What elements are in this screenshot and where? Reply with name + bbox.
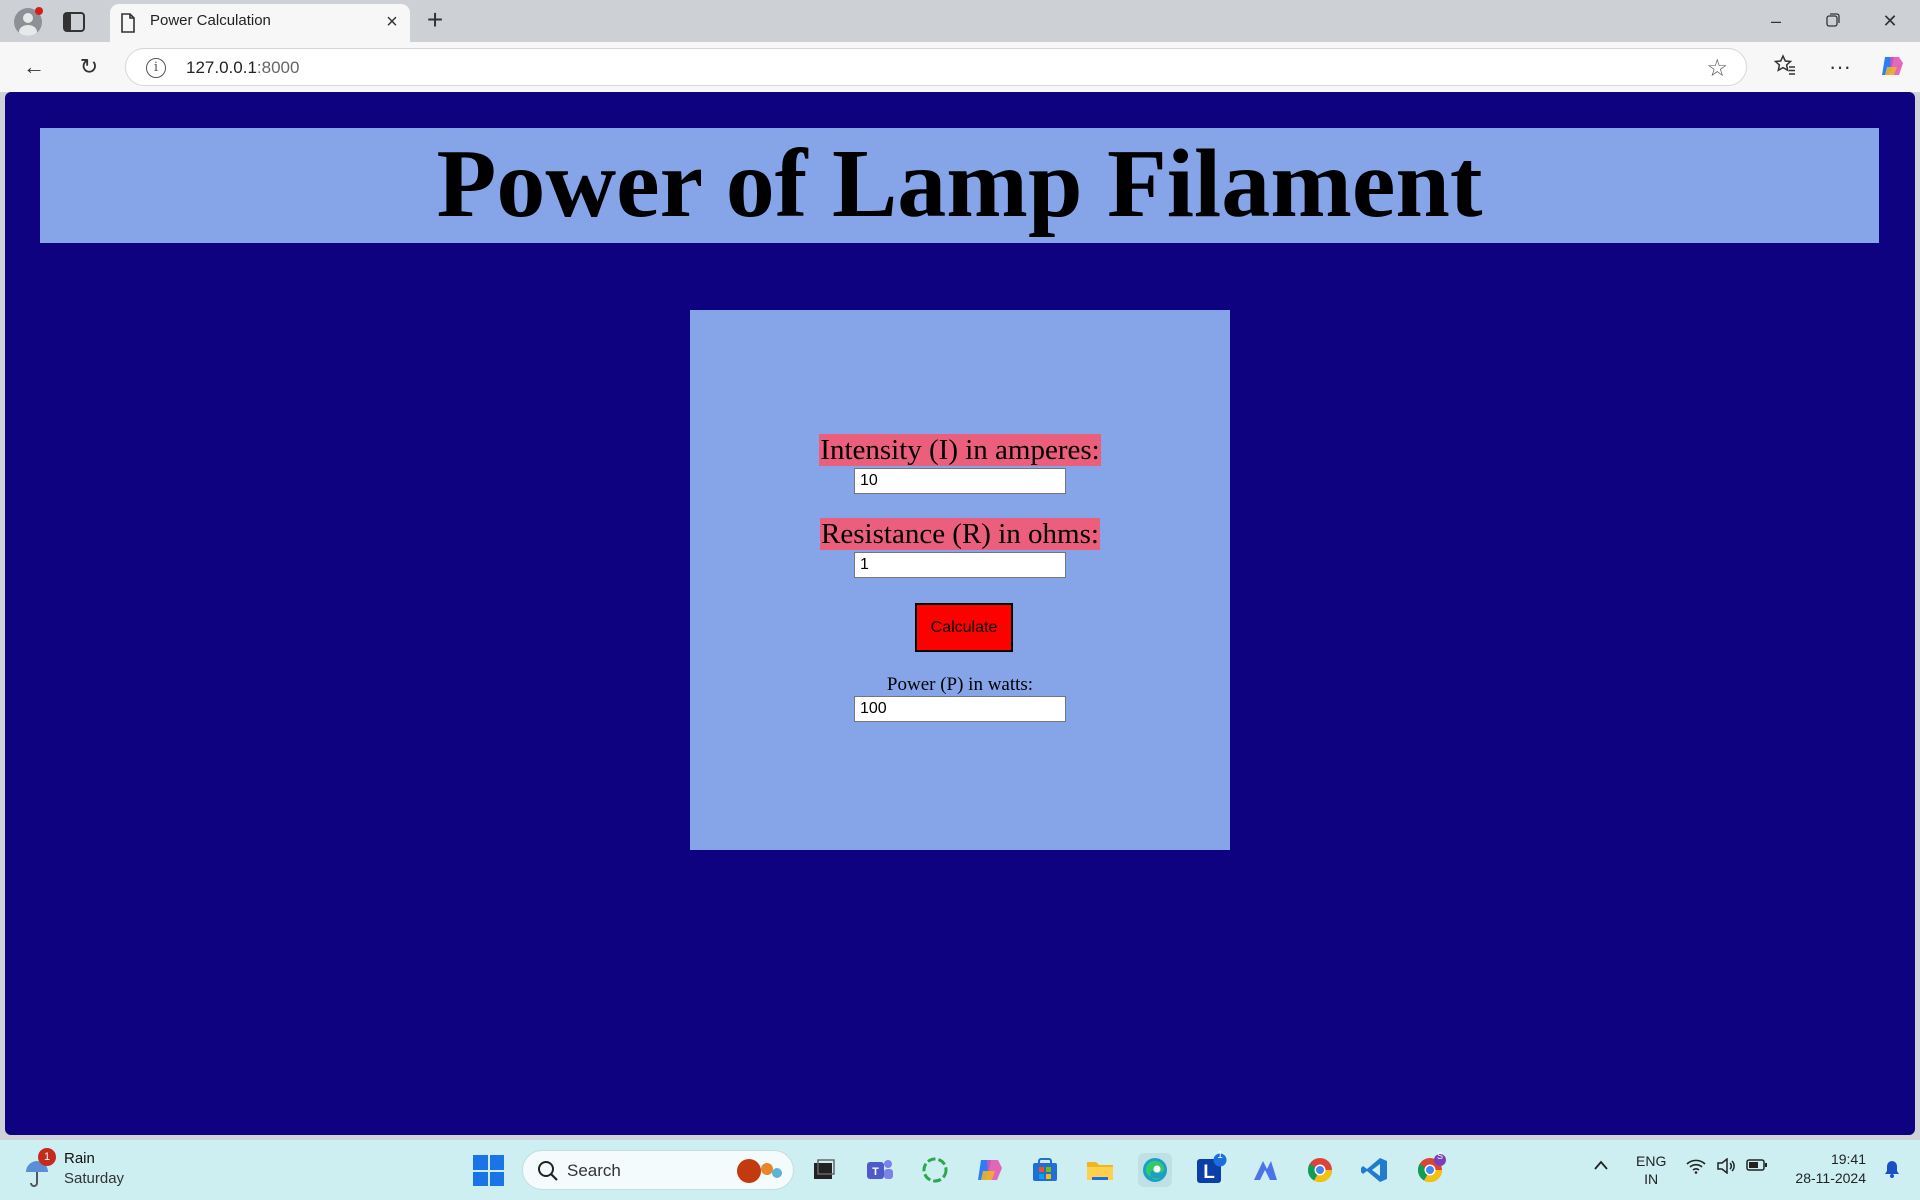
intensity-input[interactable] <box>854 468 1066 494</box>
browser-tab-bar: Power Calculation × + – ✕ <box>0 0 1920 42</box>
tab-title: Power Calculation <box>150 12 271 29</box>
intensity-label-text: Intensity (I) in amperes: <box>819 434 1101 466</box>
weather-day[interactable]: Saturday <box>64 1170 124 1187</box>
task-view-icon[interactable] <box>807 1153 841 1187</box>
clock-time: 19:41 <box>1830 1151 1866 1167</box>
copilot-app-icon[interactable] <box>973 1153 1007 1187</box>
resistance-label-text: Resistance (R) in ohms: <box>820 518 1100 550</box>
restore-icon[interactable] <box>1813 8 1853 34</box>
search-highlight-icon <box>737 1159 782 1183</box>
window-close-icon[interactable]: ✕ <box>1870 8 1910 34</box>
lang-primary: ENG <box>1636 1153 1667 1169</box>
info-icon[interactable]: i <box>146 58 166 78</box>
close-icon[interactable]: × <box>382 12 402 32</box>
power-output[interactable] <box>854 696 1066 722</box>
teams-icon[interactable]: T <box>862 1153 896 1187</box>
search-label: Search <box>567 1161 621 1180</box>
battery-icon[interactable] <box>1746 1158 1768 1177</box>
file-explorer-icon[interactable] <box>1083 1153 1117 1187</box>
browser-tab[interactable]: Power Calculation × <box>110 4 410 42</box>
calculate-button[interactable]: Calculate <box>915 603 1013 652</box>
favorites-icon[interactable] <box>1771 53 1799 81</box>
url-text: 127.0.0.1:8000 <box>186 58 299 78</box>
back-icon[interactable]: ← <box>20 53 48 81</box>
clock[interactable]: 19:41 28-11-2024 <box>1795 1150 1866 1188</box>
favorite-star-icon[interactable]: ☆ <box>1706 54 1728 83</box>
taskbar: 1 Rain Saturday Search T L 1 S ENG IN 19… <box>0 1140 1920 1200</box>
chrome-profile-icon[interactable]: S <box>1413 1151 1447 1187</box>
volume-icon[interactable] <box>1716 1157 1736 1179</box>
page-icon <box>121 13 135 33</box>
edge-icon[interactable] <box>1138 1153 1172 1187</box>
clock-date: 28-11-2024 <box>1795 1170 1866 1186</box>
search-icon <box>538 1161 558 1181</box>
refresh-icon[interactable]: ↻ <box>75 53 103 81</box>
lang-secondary: IN <box>1644 1171 1659 1187</box>
new-tab-icon[interactable]: + <box>420 6 450 36</box>
tab-actions-icon[interactable] <box>62 11 86 33</box>
more-icon[interactable]: ··· <box>1826 53 1854 81</box>
app-badge: 1 <box>1217 1150 1223 1161</box>
notification-bell-icon[interactable] <box>1884 1160 1900 1178</box>
intensity-label: Intensity (I) in amperes: <box>690 434 1230 467</box>
store-icon[interactable] <box>1028 1153 1062 1187</box>
url-host: 127.0.0.1 <box>186 58 257 77</box>
resistance-input[interactable] <box>854 552 1066 578</box>
address-bar[interactable]: i 127.0.0.1:8000 ☆ <box>125 48 1747 86</box>
chrome-icon[interactable] <box>1303 1153 1337 1187</box>
svg-text:L: L <box>1203 1162 1215 1183</box>
heading-banner: Power of Lamp Filament <box>40 128 1879 243</box>
weather-condition[interactable]: Rain <box>64 1150 95 1167</box>
taskbar-search[interactable]: Search <box>522 1150 794 1190</box>
language-indicator[interactable]: ENG IN <box>1636 1152 1666 1188</box>
calculator-panel: Intensity (I) in amperes: Resistance (R)… <box>690 310 1230 850</box>
profile-notification-dot <box>35 7 43 15</box>
page-viewport: Power of Lamp Filament Intensity (I) in … <box>5 92 1915 1135</box>
page-title: Power of Lamp Filament <box>436 130 1483 238</box>
url-port: :8000 <box>256 58 300 77</box>
dev-app-icon[interactable] <box>1248 1153 1282 1187</box>
wifi-icon[interactable] <box>1686 1158 1706 1179</box>
l-app-icon[interactable]: L 1 <box>1193 1150 1227 1187</box>
svg-text:T: T <box>872 1166 879 1178</box>
windows-start-icon[interactable] <box>473 1155 504 1186</box>
chevron-up-icon[interactable] <box>1593 1158 1609 1176</box>
refresh-app-icon[interactable] <box>918 1153 952 1187</box>
chrome-badge: S <box>1437 1151 1444 1161</box>
resistance-label: Resistance (R) in ohms: <box>690 518 1230 551</box>
weather-badge: 1 <box>38 1148 56 1166</box>
minimize-icon[interactable]: – <box>1756 8 1796 34</box>
copilot-icon[interactable] <box>1878 53 1906 81</box>
browser-toolbar: ← ↻ i 127.0.0.1:8000 ☆ ··· <box>0 42 1920 92</box>
vscode-icon[interactable] <box>1358 1153 1392 1187</box>
power-label: Power (P) in watts: <box>886 674 1034 695</box>
